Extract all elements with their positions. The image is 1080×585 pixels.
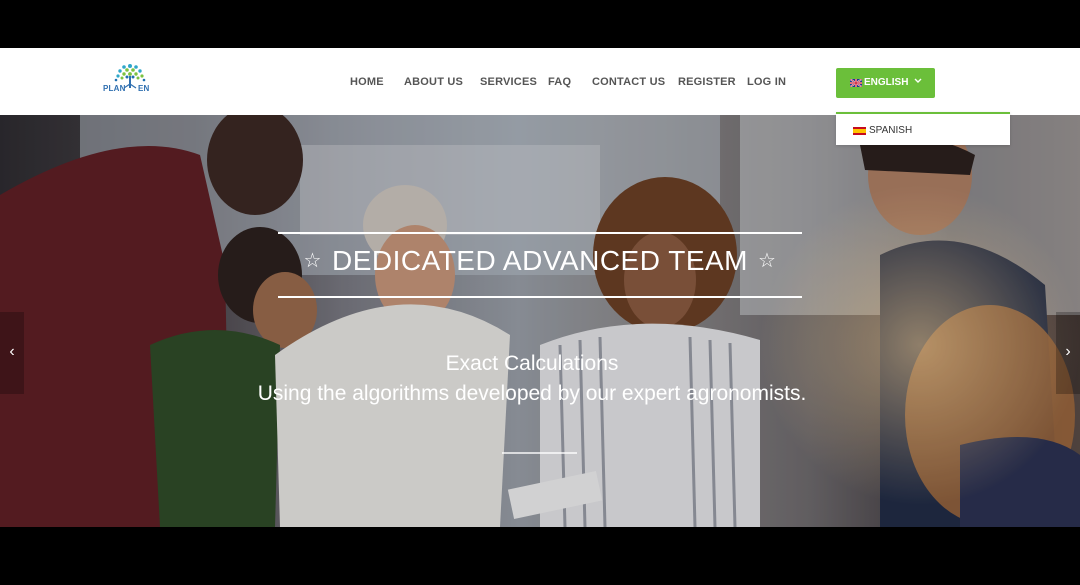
hero-slider: ☆ DEDICATED ADVANCED TEAM ☆ Exact Calculat… bbox=[0, 115, 1080, 527]
spain-flag-icon bbox=[853, 127, 866, 135]
nav-contact-us[interactable]: CONTACT US bbox=[592, 76, 665, 88]
chevron-down-icon bbox=[914, 78, 922, 83]
logo-text-right: EN bbox=[138, 84, 150, 93]
slider-next-button[interactable]: › bbox=[1056, 312, 1080, 394]
hero-divider bbox=[502, 452, 577, 454]
language-option-spanish[interactable]: SPANISH bbox=[869, 125, 912, 136]
hero-subtitle-line2: Using the algorithms developed by our ex… bbox=[257, 382, 807, 405]
language-selected-label: ENGLISH bbox=[864, 77, 909, 88]
chevron-right-icon: › bbox=[1065, 343, 1071, 360]
star-icon: ☆ bbox=[758, 250, 777, 272]
hero-overlay bbox=[0, 115, 1080, 527]
nav-log-in[interactable]: LOG IN bbox=[747, 76, 786, 88]
site-logo[interactable]: PLAN EN bbox=[102, 62, 156, 100]
nav-faq[interactable]: FAQ bbox=[548, 76, 571, 88]
hero-title-text: DEDICATED ADVANCED TEAM bbox=[331, 245, 748, 276]
nav-home[interactable]: HOME bbox=[350, 76, 384, 88]
uk-flag-icon bbox=[850, 79, 862, 87]
hero-title-rule-top bbox=[278, 232, 802, 234]
letterbox-bottom bbox=[0, 527, 1080, 585]
hero-title: ☆ DEDICATED ADVANCED TEAM ☆ bbox=[278, 245, 802, 277]
hero-title-rule-bottom bbox=[278, 296, 802, 298]
slider-prev-button[interactable]: ‹ bbox=[0, 312, 24, 394]
nav-about-us[interactable]: ABOUT US bbox=[404, 76, 463, 88]
nav-register[interactable]: REGISTER bbox=[678, 76, 736, 88]
language-dropdown: SPANISH bbox=[836, 112, 1010, 145]
hero-subtitle-line1: Exact Calculations bbox=[445, 352, 619, 375]
letterbox-top bbox=[0, 0, 1080, 48]
chevron-left-icon: ‹ bbox=[9, 343, 15, 360]
logo-text-left: PLAN bbox=[103, 84, 126, 93]
language-selector[interactable]: ENGLISH bbox=[836, 68, 935, 98]
nav-services[interactable]: SERVICES bbox=[480, 76, 537, 88]
star-icon: ☆ bbox=[303, 250, 322, 272]
